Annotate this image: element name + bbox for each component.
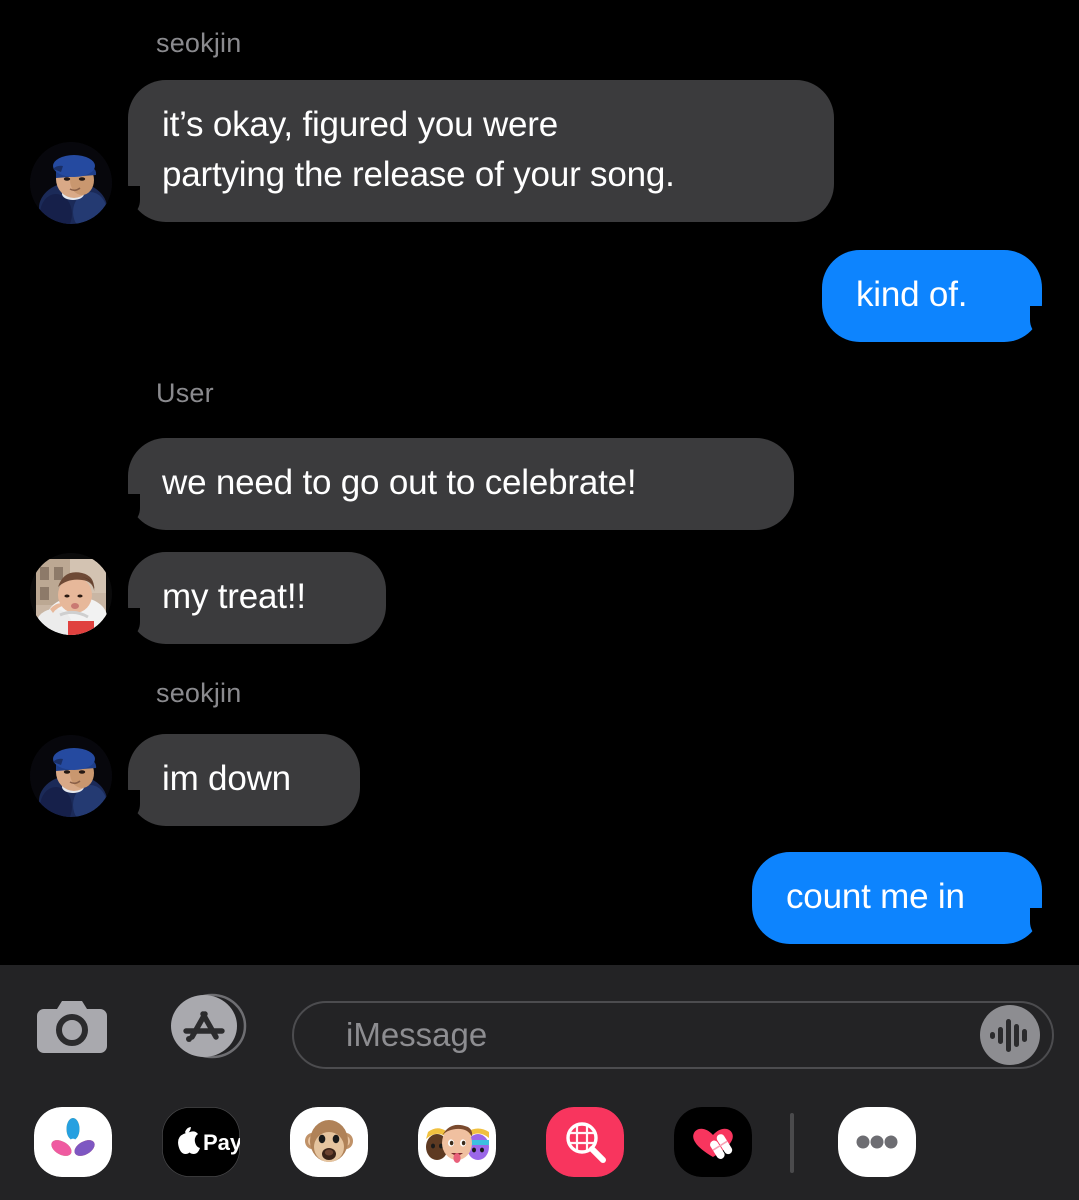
message-text: it’s okay, figured you were partying the… xyxy=(162,105,675,194)
message-text: count me in xyxy=(786,877,965,916)
sender-label-user: User xyxy=(156,378,214,408)
audio-waveform-icon[interactable] xyxy=(976,1001,1044,1069)
sender-label-seokjin-2: seokjin xyxy=(156,678,242,708)
photos-app-icon[interactable] xyxy=(34,1107,112,1177)
message-bubble-incoming-4[interactable]: im down xyxy=(114,734,360,826)
avatar-seokjin-2[interactable] xyxy=(30,735,112,817)
message-bubble-outgoing-2[interactable]: count me in xyxy=(752,852,1056,944)
sender-label-seokjin-1: seokjin xyxy=(156,28,242,58)
message-bubble-incoming-3[interactable]: my treat!! xyxy=(114,552,386,644)
images-search-app-icon[interactable] xyxy=(546,1107,624,1177)
imessage-placeholder: iMessage xyxy=(346,1016,488,1053)
message-bubble-outgoing-1[interactable]: kind of. xyxy=(822,250,1056,342)
message-text: kind of. xyxy=(856,275,968,314)
memoji-stickers-app-icon[interactable] xyxy=(418,1107,496,1177)
app-store-icon[interactable] xyxy=(164,993,250,1059)
composer-bar: iMessage xyxy=(0,965,1079,1085)
avatar-user[interactable] xyxy=(30,553,112,635)
app-drawer: Pay xyxy=(0,1085,1079,1200)
more-apps-button[interactable] xyxy=(838,1107,916,1177)
message-text: my treat!! xyxy=(162,577,306,616)
camera-icon[interactable] xyxy=(36,997,108,1055)
message-text: we need to go out to celebrate! xyxy=(162,463,637,502)
animoji-app-icon[interactable] xyxy=(290,1107,368,1177)
digital-touch-app-icon[interactable] xyxy=(674,1107,752,1177)
messages-app: seokjin it’s okay, figured you were part… xyxy=(0,0,1079,1200)
apple-pay-app-icon[interactable]: Pay xyxy=(162,1107,240,1177)
message-text: im down xyxy=(162,759,291,798)
message-bubble-incoming-1[interactable]: it’s okay, figured you were partying the… xyxy=(114,80,834,222)
avatar-seokjin-1[interactable] xyxy=(30,142,112,224)
imessage-input-field[interactable]: iMessage xyxy=(292,1001,1054,1069)
message-bubble-incoming-2[interactable]: we need to go out to celebrate! xyxy=(114,438,794,530)
message-thread[interactable]: seokjin it’s okay, figured you were part… xyxy=(0,0,1079,965)
drawer-divider xyxy=(790,1113,794,1173)
svg-text:Pay: Pay xyxy=(203,1130,240,1155)
